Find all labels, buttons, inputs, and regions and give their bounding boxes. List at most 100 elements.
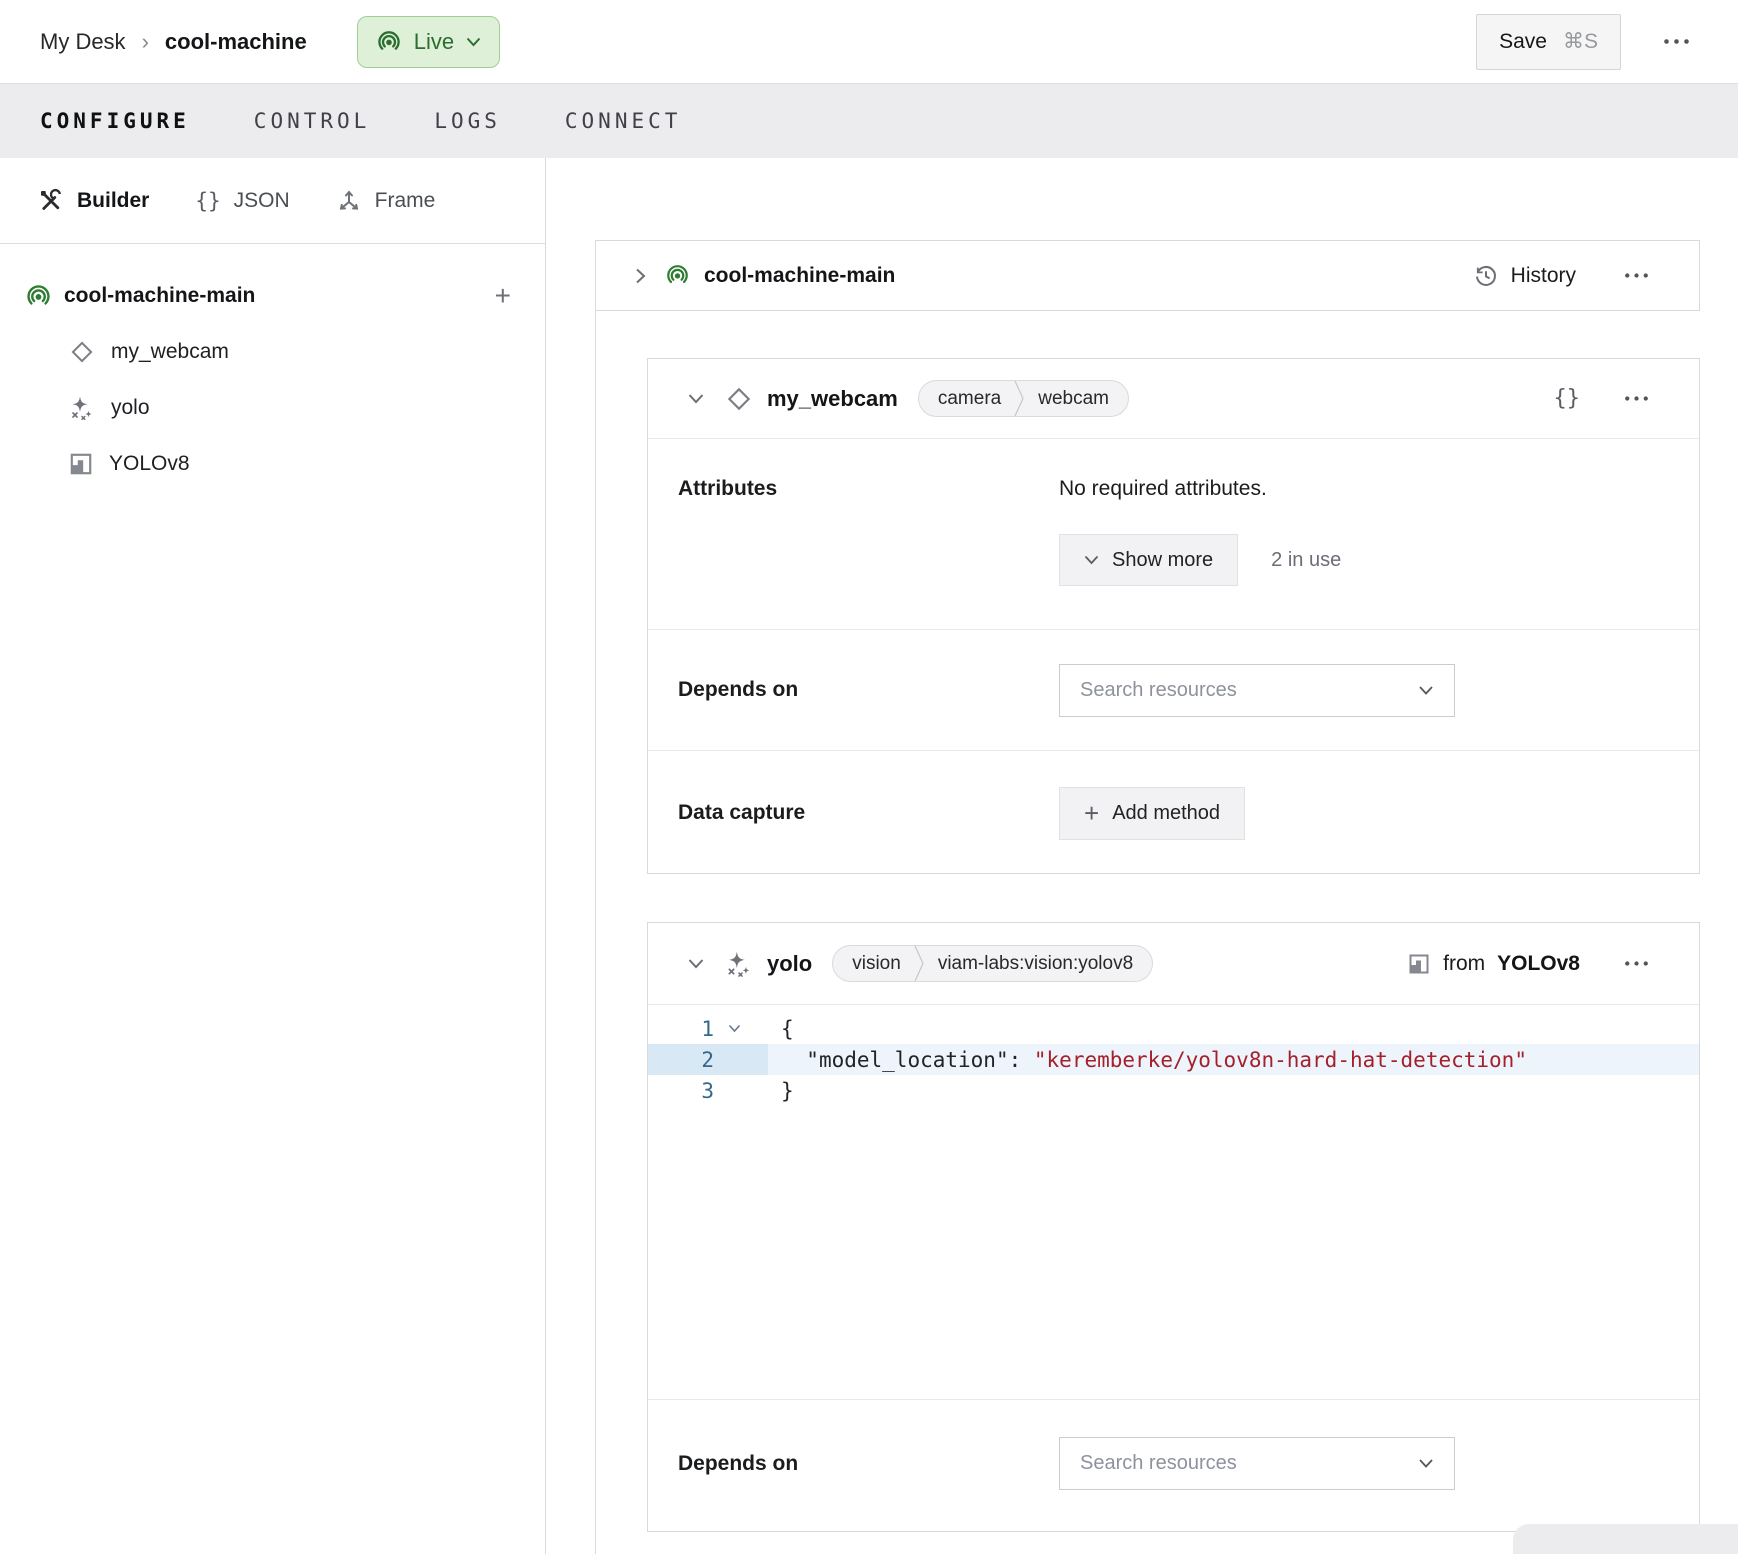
code-text: { (781, 1013, 794, 1044)
view-builder-label: Builder (77, 189, 149, 213)
component-diamond-icon (724, 384, 754, 414)
part-title: cool-machine-main (704, 264, 895, 288)
code-text: } (781, 1075, 794, 1106)
from-module-name: YOLOv8 (1497, 952, 1580, 976)
save-button-label: Save (1499, 30, 1547, 54)
breadcrumb-parent-link[interactable]: My Desk (40, 29, 126, 55)
json-braces-icon: {} (195, 189, 220, 213)
show-more-button[interactable]: Show more (1059, 534, 1238, 586)
add-method-button[interactable]: + Add method (1059, 787, 1245, 840)
yolo-more-menu-button[interactable] (1618, 954, 1655, 973)
tree-item-label: YOLOv8 (109, 452, 190, 476)
attributes-section: Attributes No required attributes. Show … (648, 439, 1699, 629)
type-badge: vision (833, 953, 914, 975)
tree-item-webcam[interactable]: my_webcam (0, 324, 545, 380)
yolo-resource-card: yolo vision viam-labs:vision:yolov8 from… (647, 922, 1700, 1532)
plus-icon: + (1084, 800, 1099, 826)
primary-tab-bar: CONFIGURE CONTROL LOGS CONNECT (0, 84, 1738, 158)
yolo-card-title: yolo (767, 951, 812, 977)
tree-item-label: cool-machine-main (64, 284, 255, 308)
line-number: 1 (648, 1017, 714, 1041)
save-button[interactable]: Save ⌘S (1476, 14, 1621, 70)
add-resource-button[interactable]: + (495, 282, 511, 310)
module-icon (68, 451, 94, 477)
attributes-in-use-count: 2 in use (1271, 549, 1341, 572)
live-broadcast-icon (376, 29, 402, 55)
chevron-down-icon (1084, 555, 1099, 565)
data-capture-section: Data capture + Add method (648, 750, 1699, 875)
tab-logs[interactable]: LOGS (434, 109, 501, 133)
tree-item-yolo[interactable]: yolo (0, 380, 545, 436)
component-diamond-icon (68, 338, 96, 366)
tree-item-module[interactable]: YOLOv8 (0, 436, 545, 492)
depends-on-label: Depends on (678, 678, 1059, 702)
live-broadcast-icon (25, 283, 52, 310)
tab-control[interactable]: CONTROL (254, 109, 371, 133)
part-more-menu-button[interactable] (1618, 266, 1655, 285)
view-json[interactable]: {} JSON (195, 189, 289, 213)
code-line-1: 1 { (648, 1013, 1699, 1044)
webcam-json-mode-button[interactable]: {} (1554, 386, 1581, 411)
yolo-collapse-toggle[interactable] (682, 953, 710, 974)
model-badge: webcam (1025, 388, 1128, 410)
type-badge: camera (919, 388, 1014, 410)
model-badge: viam-labs:vision:yolov8 (925, 953, 1152, 975)
code-fold-toggle[interactable] (714, 1024, 754, 1033)
json-key: "model_location" (806, 1048, 1008, 1072)
webcam-card-header: my_webcam camera webcam {} (648, 359, 1699, 439)
webcam-depends-on-select[interactable]: Search resources (1059, 664, 1455, 717)
config-sidebar: Builder {} JSON Frame (0, 158, 546, 1554)
view-frame[interactable]: Frame (336, 188, 436, 214)
line-number: 3 (648, 1079, 714, 1103)
tab-connect[interactable]: CONNECT (565, 109, 682, 133)
show-more-label: Show more (1112, 549, 1213, 572)
breadcrumb-separator: › (142, 29, 149, 55)
chevron-down-icon (1418, 1458, 1434, 1469)
part-header-card: cool-machine-main History (595, 240, 1700, 311)
chevron-down-icon (1418, 685, 1434, 696)
topbar-more-menu-button[interactable] (1657, 32, 1696, 51)
attributes-label: Attributes (678, 477, 1059, 629)
corner-widget-peek (1513, 1524, 1738, 1554)
view-frame-label: Frame (375, 189, 436, 213)
machine-status-label: Live (414, 29, 454, 55)
webcam-more-menu-button[interactable] (1618, 389, 1655, 408)
view-switcher: Builder {} JSON Frame (0, 158, 545, 244)
webcam-card-title: my_webcam (767, 386, 898, 412)
view-builder[interactable]: Builder (38, 188, 149, 214)
part-group-guide-line (595, 311, 596, 1554)
resource-tree: cool-machine-main + my_webcam yolo (0, 244, 545, 492)
module-icon (1407, 952, 1431, 976)
chevron-down-icon (466, 37, 481, 47)
webcam-type-model-badge: camera webcam (918, 380, 1129, 417)
history-button[interactable]: History (1473, 263, 1576, 289)
attributes-empty-text: No required attributes. (1059, 477, 1341, 501)
live-broadcast-icon (665, 263, 690, 288)
webcam-resource-card: my_webcam camera webcam {} Attributes No… (647, 358, 1700, 874)
top-bar: My Desk › cool-machine Live Save ⌘S (0, 0, 1738, 84)
yolo-card-header: yolo vision viam-labs:vision:yolov8 from… (648, 923, 1699, 1004)
attributes-code-editor[interactable]: 1 { 2 "model_location": "keremberke/yolo… (648, 1004, 1699, 1399)
tree-item-machine-part[interactable]: cool-machine-main + (0, 268, 545, 324)
breadcrumb: My Desk › cool-machine (40, 29, 307, 55)
service-sparkle-icon (68, 394, 96, 422)
part-collapse-toggle[interactable] (630, 262, 651, 290)
depends-on-label: Depends on (678, 1452, 1059, 1476)
view-json-label: JSON (234, 189, 290, 213)
config-main-panel: cool-machine-main History my_webcam (546, 158, 1738, 1554)
save-shortcut-hint: ⌘S (1563, 29, 1598, 54)
code-text: "model_location": "keremberke/yolov8n-ha… (781, 1044, 1527, 1075)
yolo-type-model-badge: vision viam-labs:vision:yolov8 (832, 945, 1153, 982)
breadcrumb-current: cool-machine (165, 29, 307, 55)
webcam-depends-on-section: Depends on Search resources (648, 629, 1699, 750)
code-line-3: 3 } (648, 1075, 1699, 1106)
tab-configure[interactable]: CONFIGURE (40, 109, 190, 133)
history-button-label: History (1511, 264, 1576, 288)
code-line-2-active: 2 "model_location": "keremberke/yolov8n-… (648, 1044, 1699, 1075)
yolo-depends-on-select[interactable]: Search resources (1059, 1437, 1455, 1490)
line-number: 2 (648, 1048, 714, 1072)
json-colon: : (1009, 1048, 1034, 1072)
webcam-collapse-toggle[interactable] (682, 388, 710, 409)
yolo-depends-on-section: Depends on Search resources (648, 1399, 1699, 1527)
machine-status-badge[interactable]: Live (357, 16, 500, 68)
